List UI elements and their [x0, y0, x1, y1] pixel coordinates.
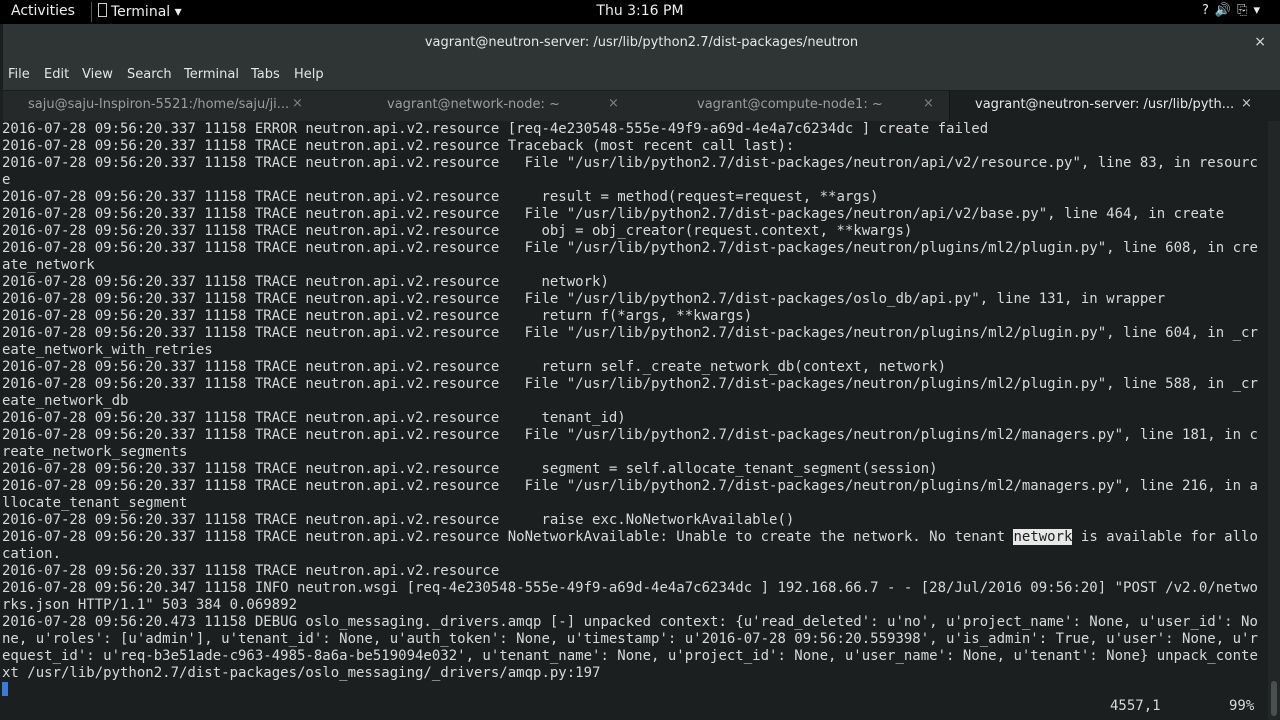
terminal-line: 2016-07-28 09:56:20.337 11158 TRACE neut… — [2, 512, 795, 528]
tab-compute-node1[interactable]: vagrant@compute-node1: ~ × — [634, 91, 949, 121]
line-text: 2016-07-28 09:56:20.337 11158 TRACE neut… — [2, 529, 1014, 545]
terminal-line: ate_network — [2, 257, 95, 273]
menu-view[interactable]: View — [82, 67, 113, 82]
scrollbar-thumb[interactable] — [1271, 681, 1277, 716]
terminal-line: 2016-07-28 09:56:20.473 11158 DEBUG oslo… — [2, 614, 1258, 630]
close-icon[interactable]: × — [1254, 34, 1266, 50]
terminal-line: xt /usr/lib/python2.7/dist-packages/oslo… — [2, 665, 601, 681]
line-text: is available for allo — [1072, 529, 1258, 545]
menu-edit[interactable]: Edit — [44, 67, 69, 82]
tab-label: vagrant@network-node: ~ — [387, 97, 560, 112]
tab-label: vagrant@compute-node1: ~ — [697, 97, 883, 112]
tab-bar: saju@saju-Inspiron-5521:/home/saju/ji...… — [3, 90, 1280, 122]
tab-label: vagrant@neutron-server: /usr/lib/pyth... — [975, 97, 1235, 112]
window-titlebar[interactable]: vagrant@neutron-server: /usr/lib/python2… — [3, 24, 1280, 64]
terminal-line: 2016-07-28 09:56:20.337 11158 TRACE neut… — [2, 410, 626, 426]
terminal-line: 2016-07-28 09:56:20.337 11158 TRACE neut… — [2, 461, 938, 477]
menu-help[interactable]: Help — [294, 67, 324, 82]
terminal-line: reate_network_segments — [2, 444, 188, 460]
tab-network-node[interactable]: vagrant@network-node: ~ × — [319, 91, 634, 121]
menu-bar: File Edit View Search Terminal Tabs Help — [3, 64, 1280, 90]
menu-search[interactable]: Search — [127, 67, 172, 82]
terminal-line: 2016-07-28 09:56:20.337 11158 TRACE neut… — [2, 427, 1258, 443]
terminal-line-search-match: 2016-07-28 09:56:20.337 11158 TRACE neut… — [2, 529, 1268, 546]
terminal-line: 2016-07-28 09:56:20.347 11158 INFO neutr… — [2, 580, 1258, 596]
app-menu-button[interactable]: Terminal ▾ — [98, 3, 182, 20]
close-icon[interactable]: × — [1241, 96, 1252, 111]
terminal-line: 2016-07-28 09:56:20.337 11158 TRACE neut… — [2, 240, 1258, 256]
activities-button[interactable]: Activities — [11, 3, 75, 19]
terminal-icon — [98, 3, 107, 17]
terminal-line: 2016-07-28 09:56:20.337 11158 TRACE neut… — [2, 359, 947, 375]
terminal-line: equest_id': u'req-b3e51ade-c963-4985-8a6… — [2, 648, 1258, 664]
system-tray[interactable]: ?🔊⎘▾ — [1202, 3, 1266, 18]
tab-label: saju@saju-Inspiron-5521:/home/saju/ji... — [28, 97, 288, 112]
terminal-line: 2016-07-28 09:56:20.337 11158 TRACE neut… — [2, 155, 1258, 171]
chevron-down-icon: ▾ — [174, 4, 182, 20]
terminal-line: 2016-07-28 09:56:20.337 11158 ERROR neut… — [2, 121, 989, 137]
terminal-line: 2016-07-28 09:56:20.337 11158 TRACE neut… — [2, 308, 753, 324]
cursor-position: 4557,1 — [1110, 698, 1161, 714]
scroll-percent: 99% — [1229, 698, 1255, 714]
terminal-line: ne, u'roles': [u'admin'], u'tenant_id': … — [2, 631, 1258, 647]
terminal-line: 2016-07-28 09:56:20.337 11158 TRACE neut… — [2, 291, 1166, 307]
window-title: vagrant@neutron-server: /usr/lib/python2… — [424, 35, 859, 50]
terminal-line: e — [2, 172, 11, 188]
terminal-output[interactable]: 2016-07-28 09:56:20.337 11158 ERROR neut… — [2, 121, 1268, 720]
terminal-line: 2016-07-28 09:56:20.337 11158 TRACE neut… — [2, 206, 1225, 222]
menu-file[interactable]: File — [8, 67, 30, 82]
terminal-line: rks.json HTTP/1.1" 503 384 0.069892 — [2, 597, 298, 613]
terminal-line: eate_network_with_retries — [2, 342, 213, 358]
vertical-scrollbar[interactable] — [1268, 121, 1280, 720]
clock[interactable]: Thu 3:16 PM — [0, 3, 1280, 19]
terminal-line: 2016-07-28 09:56:20.337 11158 TRACE neut… — [2, 563, 500, 579]
terminal-line: 2016-07-28 09:56:20.337 11158 TRACE neut… — [2, 223, 913, 239]
terminal-line: eate_network_db — [2, 393, 129, 409]
topbar-divider — [91, 2, 92, 22]
search-highlight: network — [1013, 529, 1073, 545]
terminal-line: 2016-07-28 09:56:20.337 11158 TRACE neut… — [2, 138, 795, 154]
tab-neutron-server[interactable]: vagrant@neutron-server: /usr/lib/pyth...… — [949, 91, 1280, 121]
app-name: Terminal — [111, 4, 171, 20]
close-icon[interactable]: × — [292, 96, 303, 111]
terminal-line: llocate_tenant_segment — [2, 495, 188, 511]
terminal-line: 2016-07-28 09:56:20.337 11158 TRACE neut… — [2, 189, 879, 205]
text-cursor — [2, 682, 8, 696]
prompt-line — [2, 682, 1268, 699]
terminal-line: 2016-07-28 09:56:20.337 11158 TRACE neut… — [2, 376, 1258, 392]
tab-saju[interactable]: saju@saju-Inspiron-5521:/home/saju/ji...… — [3, 91, 319, 121]
close-icon[interactable]: × — [608, 96, 619, 111]
terminal-line: 2016-07-28 09:56:20.337 11158 TRACE neut… — [2, 325, 1258, 341]
menu-tabs[interactable]: Tabs — [251, 67, 280, 82]
close-icon[interactable]: × — [923, 96, 934, 111]
terminal-line: 2016-07-28 09:56:20.337 11158 TRACE neut… — [2, 478, 1258, 494]
terminal-line: cation. — [2, 546, 62, 562]
gnome-top-bar: Activities Terminal ▾ Thu 3:16 PM ?🔊⎘▾ — [0, 0, 1280, 24]
terminal-line: 2016-07-28 09:56:20.337 11158 TRACE neut… — [2, 274, 609, 290]
menu-terminal[interactable]: Terminal — [184, 67, 239, 82]
